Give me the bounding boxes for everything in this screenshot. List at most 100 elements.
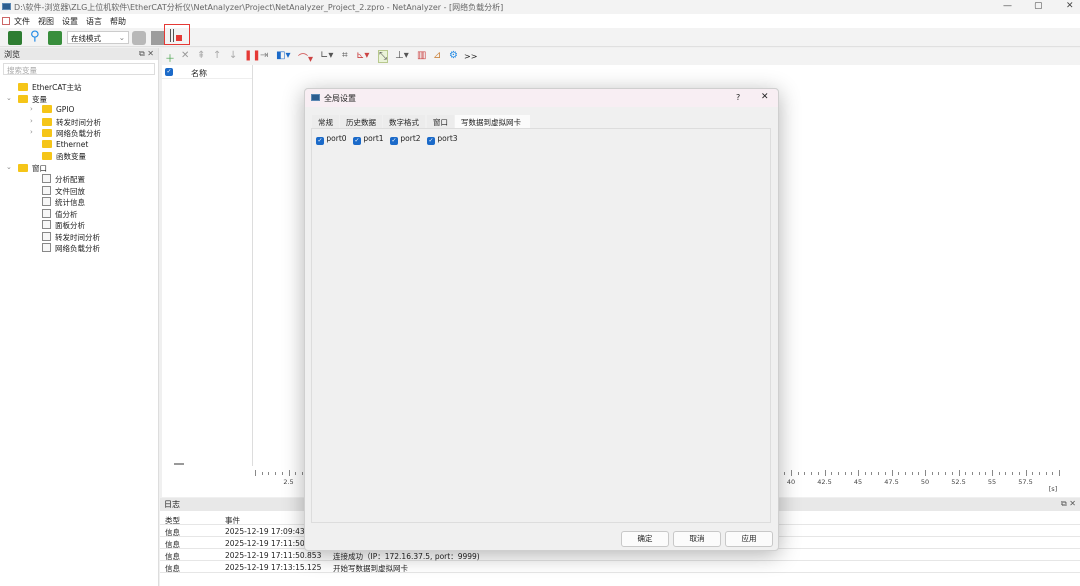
tree-item[interactable]: Ethernet: [42, 139, 88, 151]
tree-item[interactable]: › 网络负载分析: [30, 128, 101, 139]
menu-view[interactable]: 视图: [38, 16, 54, 27]
axis-tick: [1012, 472, 1014, 475]
app-menu-icon[interactable]: [2, 17, 10, 25]
measure-icon[interactable]: ⊿: [433, 50, 441, 61]
search-icon[interactable]: ⚲: [30, 30, 44, 44]
folder-icon: [42, 129, 52, 137]
plugin-icon[interactable]: [132, 31, 146, 45]
axis-tick: [978, 472, 980, 475]
tab-general[interactable]: 常规: [312, 115, 339, 128]
expand-arrow-icon[interactable]: ⌄: [6, 94, 12, 102]
ok-button[interactable]: 确定: [621, 531, 669, 547]
axis-tick-label: 47.5: [884, 478, 899, 486]
close-panel-icon[interactable]: ✕: [1069, 499, 1076, 508]
minimize-button[interactable]: —: [1003, 1, 1012, 11]
fit-icon[interactable]: ⌗: [342, 50, 348, 61]
expand-arrow-icon[interactable]: ⌄: [6, 163, 12, 171]
delete-icon[interactable]: ✕: [181, 50, 189, 61]
variable-list: ✓ 名称: [162, 65, 253, 466]
move-down-icon[interactable]: ↓: [229, 50, 237, 61]
add-icon[interactable]: ＋: [165, 50, 175, 65]
axis-tick: [831, 472, 833, 475]
window-title: D:\软件-浏览器\ZLG上位机软件\EtherCAT分析仪\NetAnalyz…: [14, 3, 504, 12]
tree-item[interactable]: ⌄ 窗口: [6, 163, 47, 174]
tree-item[interactable]: 函数变量: [42, 151, 86, 162]
axis-unit-label: [s]: [1048, 485, 1058, 493]
collapse-arrow-icon[interactable]: ›: [30, 128, 33, 136]
maximize-button[interactable]: ▢: [1034, 1, 1043, 11]
log-time: 2025-12-19 17:13:15.125: [225, 563, 322, 572]
menu-settings[interactable]: 设置: [62, 16, 78, 27]
tree-item[interactable]: › GPIO: [30, 105, 74, 116]
select-all-checkbox[interactable]: ✓: [165, 68, 173, 76]
tab-history[interactable]: 历史数据: [340, 115, 382, 128]
tab-write-virtual-nic[interactable]: 写数据到虚拟网卡: [455, 115, 530, 128]
collapse-arrow-icon[interactable]: ›: [30, 105, 33, 113]
line-chart-icon[interactable]: ⌒▾: [298, 50, 313, 65]
menu-file[interactable]: 文件: [14, 16, 30, 27]
log-row[interactable]: 信息 2025-12-19 17:13:15.125 开始写数据到虚拟网卡: [160, 561, 1080, 573]
tab-window[interactable]: 窗口: [427, 115, 454, 128]
log-time: 2025-12-19 17:09:43.3: [225, 527, 312, 536]
markers-icon[interactable]: ⊥▾: [395, 50, 409, 61]
axis-tick: [281, 472, 283, 475]
tree-item[interactable]: 面板分析: [42, 220, 85, 231]
port1-checkbox[interactable]: ✓ port1: [353, 134, 384, 145]
cursor-icon[interactable]: ⊾▾: [356, 50, 369, 61]
tab-number-format[interactable]: 数字格式: [383, 115, 425, 128]
axis-tick-label: 2.5: [283, 478, 294, 486]
tree-item[interactable]: 值分析: [42, 208, 78, 220]
tree-item[interactable]: 文件回放: [42, 185, 85, 197]
gear-icon[interactable]: ⚙: [449, 50, 458, 61]
help-button[interactable]: ?: [736, 93, 740, 102]
tree-item[interactable]: 统计信息: [42, 197, 85, 208]
move-top-icon[interactable]: ⇞: [197, 50, 205, 61]
port2-checkbox[interactable]: ✓ port2: [390, 134, 421, 145]
export-icon[interactable]: ⇥: [260, 50, 268, 61]
grid-icon[interactable]: ▥: [417, 50, 426, 61]
collapse-arrow-icon[interactable]: ›: [30, 117, 33, 125]
menu-language[interactable]: 语言: [86, 16, 102, 27]
write-virtual-nic-icon[interactable]: [169, 29, 183, 43]
tree-item[interactable]: 分析配置: [42, 174, 85, 185]
close-panel-icon[interactable]: ✕: [147, 49, 154, 58]
axis-icon[interactable]: ∟▾: [320, 50, 333, 61]
axis-tick: [295, 472, 297, 475]
scrollbar-handle[interactable]: [174, 463, 184, 465]
device-settings-icon[interactable]: [48, 31, 62, 45]
pause-icon[interactable]: ❚❚: [244, 50, 261, 61]
tree-item[interactable]: 网络负载分析: [42, 243, 100, 254]
axis-tick: [301, 472, 303, 475]
menu-help[interactable]: 帮助: [110, 16, 126, 27]
more-icon[interactable]: >>: [464, 52, 477, 61]
float-icon[interactable]: ⧉: [1061, 499, 1067, 508]
tree-item-label: 变量: [32, 94, 47, 104]
tree-item[interactable]: 转发时间分析: [42, 231, 100, 243]
close-button[interactable]: ✕: [1066, 1, 1074, 11]
axis-tick: [851, 472, 853, 475]
zoom-chart-icon[interactable]: ⤡: [378, 50, 388, 63]
connect-device-icon[interactable]: [8, 31, 22, 45]
name-column-header[interactable]: 名称: [191, 68, 207, 79]
cancel-button[interactable]: 取消: [673, 531, 721, 547]
tree-item[interactable]: ⌄ 变量: [6, 94, 47, 105]
axis-tick: [1032, 472, 1034, 475]
float-icon[interactable]: ⧉: [139, 49, 145, 58]
tree-item[interactable]: EtherCAT主站: [18, 82, 82, 93]
variable-search-input[interactable]: 搜索变量: [3, 63, 155, 75]
disconnect-icon[interactable]: [151, 31, 165, 45]
axis-tick: [992, 470, 993, 476]
axis-tick-label: 55: [987, 478, 997, 486]
port3-checkbox[interactable]: ✓ port3: [427, 134, 458, 145]
axis-tick: [1045, 472, 1047, 475]
menu-bar: 文件 视图 设置 语言 帮助: [0, 14, 1080, 28]
mode-select[interactable]: 在线模式 ⌄: [67, 31, 129, 44]
axis-tick-label: 50: [920, 478, 930, 486]
tree-item[interactable]: › 转发时间分析: [30, 117, 101, 128]
port0-checkbox[interactable]: ✓ port0: [316, 134, 347, 145]
apply-button[interactable]: 应用: [725, 531, 773, 547]
layout-icon[interactable]: ◧▾: [276, 50, 290, 61]
move-up-icon[interactable]: ↑: [213, 50, 221, 61]
axis-tick: [1038, 472, 1040, 475]
dialog-close-button[interactable]: ✕: [761, 92, 769, 102]
